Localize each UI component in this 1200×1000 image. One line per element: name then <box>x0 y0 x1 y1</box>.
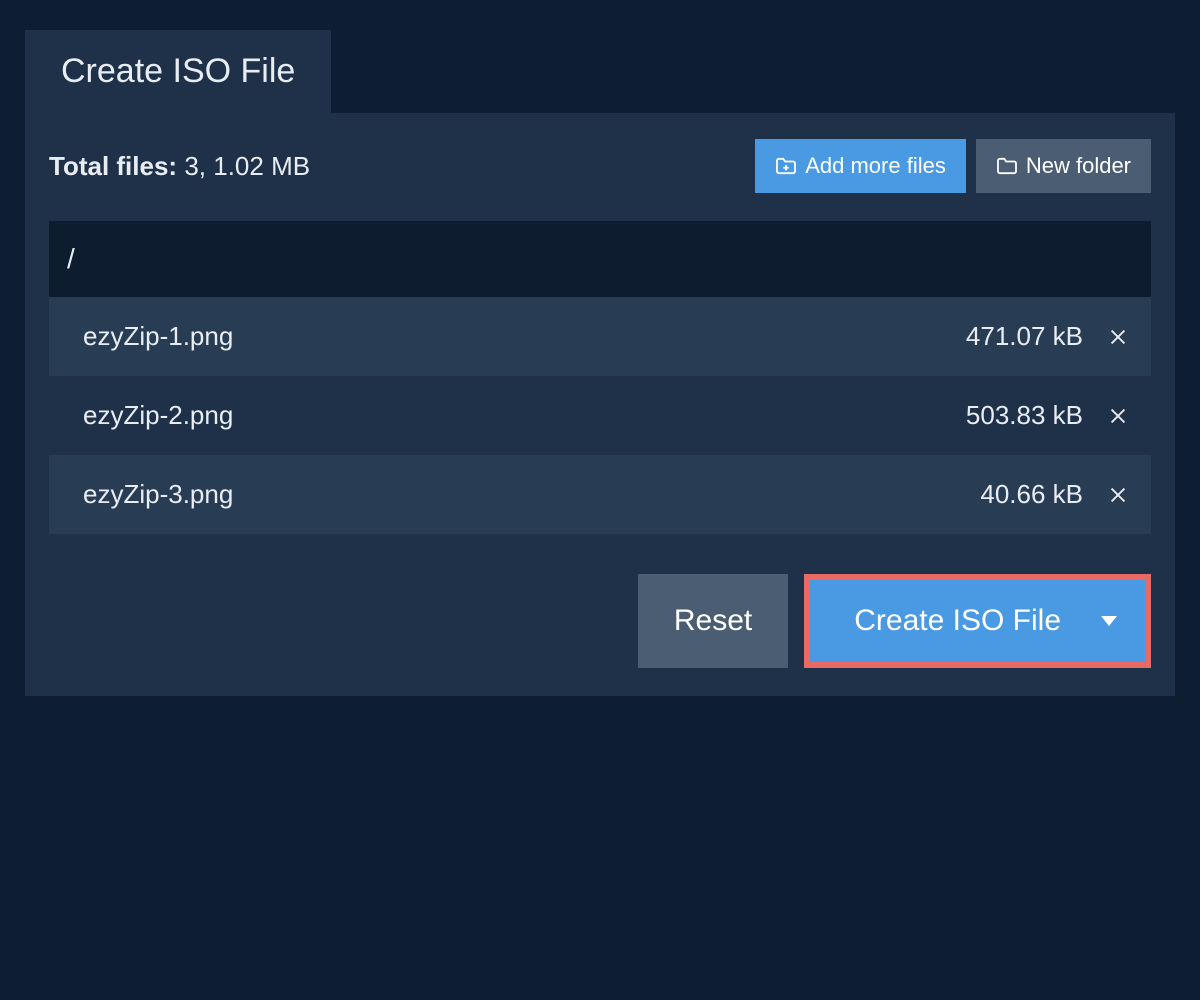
remove-file-button[interactable] <box>1103 480 1133 510</box>
folder-add-icon <box>775 157 797 175</box>
main-panel: Total files: 3, 1.02 MB Add more files <box>25 113 1175 696</box>
close-icon <box>1107 405 1129 427</box>
total-files: Total files: 3, 1.02 MB <box>49 151 310 182</box>
file-rows: ezyZip-1.png 471.07 kB <box>49 297 1151 534</box>
create-button-highlight: Create ISO File <box>804 574 1151 668</box>
tab-create-iso[interactable]: Create ISO File <box>25 30 331 113</box>
actions-bar: Reset Create ISO File <box>49 574 1151 668</box>
path-header: / <box>49 221 1151 297</box>
file-name: ezyZip-1.png <box>83 321 233 352</box>
close-icon <box>1107 326 1129 348</box>
reset-label: Reset <box>674 604 752 638</box>
close-icon <box>1107 484 1129 506</box>
file-row-right: 503.83 kB <box>966 400 1133 431</box>
add-more-files-button[interactable]: Add more files <box>755 139 966 193</box>
file-size: 503.83 kB <box>966 400 1083 431</box>
toolbar-buttons: Add more files New folder <box>755 139 1151 193</box>
new-folder-button[interactable]: New folder <box>976 139 1151 193</box>
path-text: / <box>67 243 75 274</box>
create-iso-button[interactable]: Create ISO File <box>810 580 1145 662</box>
add-more-files-label: Add more files <box>805 153 946 179</box>
total-files-value: 3, 1.02 MB <box>184 151 310 181</box>
file-row-right: 40.66 kB <box>980 479 1133 510</box>
reset-button[interactable]: Reset <box>638 574 788 668</box>
tab-label: Create ISO File <box>61 52 295 90</box>
remove-file-button[interactable] <box>1103 401 1133 431</box>
file-list: / ezyZip-1.png 471.07 kB <box>49 221 1151 534</box>
app-container: Create ISO File Total files: 3, 1.02 MB <box>0 0 1200 726</box>
file-row: ezyZip-2.png 503.83 kB <box>49 376 1151 455</box>
create-label: Create ISO File <box>854 604 1061 638</box>
chevron-down-icon <box>1101 616 1117 626</box>
remove-file-button[interactable] <box>1103 322 1133 352</box>
file-size: 40.66 kB <box>980 479 1083 510</box>
folder-icon <box>996 157 1018 175</box>
file-size: 471.07 kB <box>966 321 1083 352</box>
file-name: ezyZip-3.png <box>83 479 233 510</box>
file-row: ezyZip-3.png 40.66 kB <box>49 455 1151 534</box>
toolbar: Total files: 3, 1.02 MB Add more files <box>49 139 1151 193</box>
file-name: ezyZip-2.png <box>83 400 233 431</box>
new-folder-label: New folder <box>1026 153 1131 179</box>
total-files-label: Total files: <box>49 151 177 181</box>
file-row: ezyZip-1.png 471.07 kB <box>49 297 1151 376</box>
file-row-right: 471.07 kB <box>966 321 1133 352</box>
